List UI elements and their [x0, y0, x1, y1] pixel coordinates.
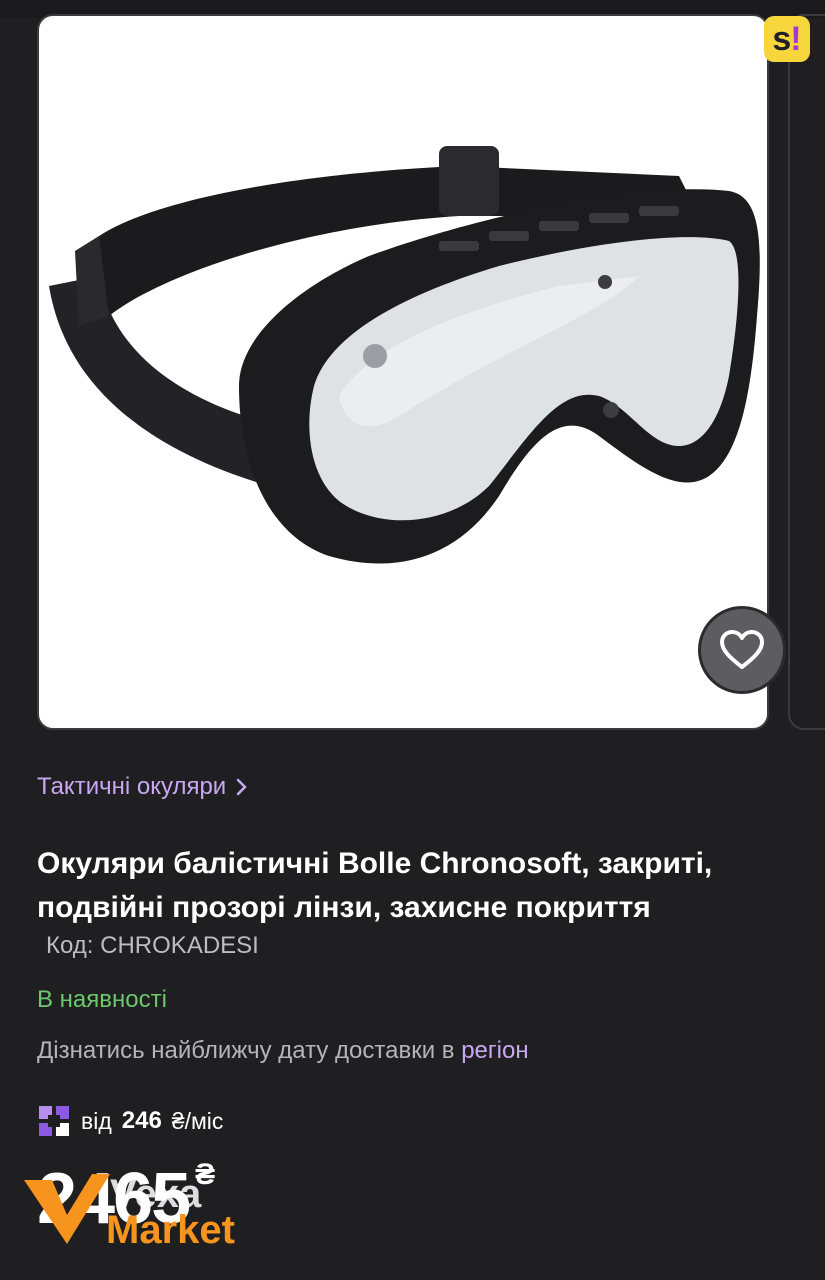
badge-s: s: [772, 19, 792, 58]
installment-suffix: ₴/міс: [171, 1107, 224, 1134]
next-image-card[interactable]: [788, 14, 825, 730]
product-title: Окуляри балістичні Bolle Chronosoft, зак…: [37, 847, 713, 924]
badge-excl: !: [790, 19, 802, 58]
installment-amount: 246: [121, 1107, 162, 1134]
watermark-market: Market: [106, 1208, 235, 1252]
delivery-text: Дізнатись найближчу дату доставки в: [37, 1037, 455, 1064]
heart-icon: [720, 630, 764, 669]
watermark-logo: [24, 1174, 110, 1244]
product-sku: Код: CHROKADESI: [46, 932, 259, 959]
installment-icon: [39, 1106, 69, 1136]
goggles-image: [49, 146, 760, 564]
region-link[interactable]: регіон: [461, 1037, 528, 1064]
delivery-info: Дізнатись найближчу дату доставки в регі…: [37, 1037, 529, 1065]
favorite-button[interactable]: [698, 606, 786, 694]
store-badge-icon: s!: [764, 16, 810, 62]
installment-prefix: від: [81, 1107, 112, 1134]
category-breadcrumb[interactable]: Тактичні окуляри: [37, 773, 248, 801]
installment-info[interactable]: від 246 ₴/міс: [37, 1104, 223, 1138]
availability-status: В наявності: [37, 986, 167, 1013]
chevron-right-icon: [236, 778, 247, 796]
category-link[interactable]: Тактичні окуляри: [37, 773, 226, 801]
product-image-card[interactable]: [37, 14, 769, 730]
